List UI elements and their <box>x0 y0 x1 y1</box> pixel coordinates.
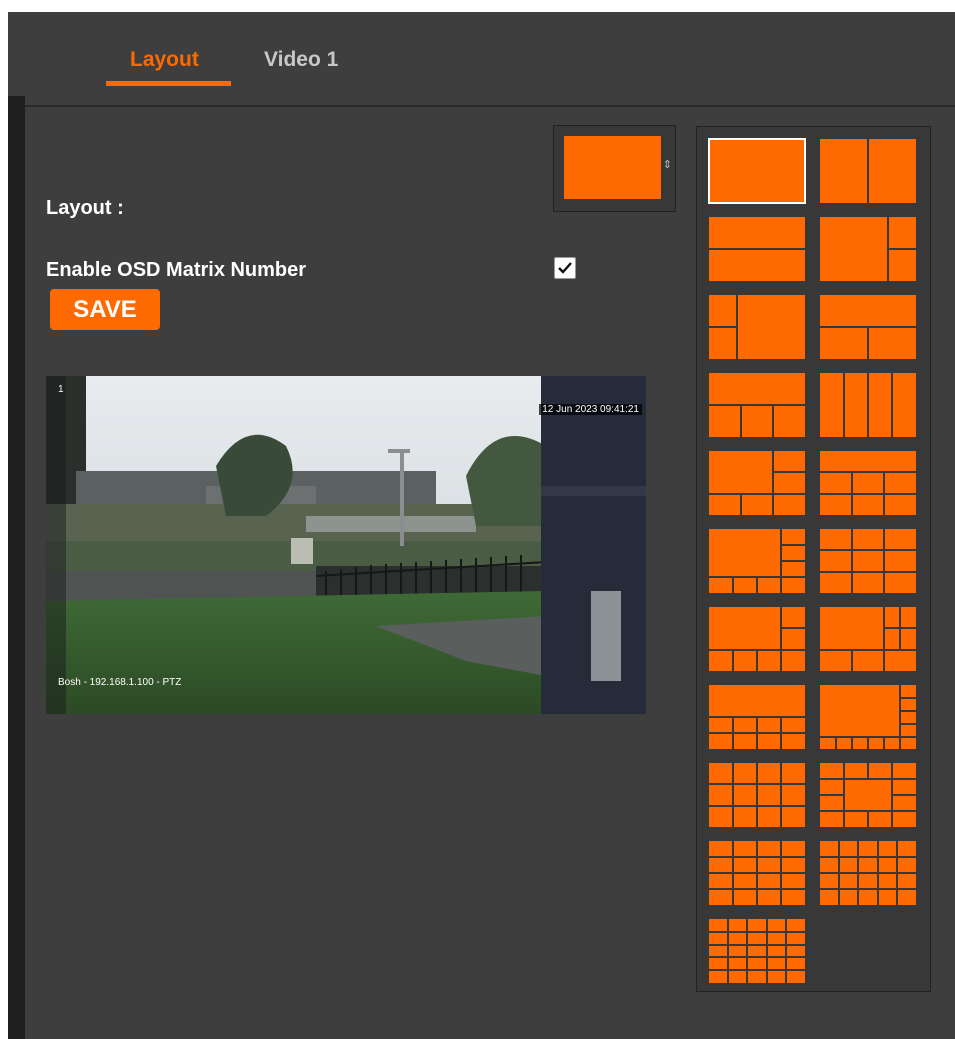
layout-option-4-columns[interactable] <box>819 372 917 438</box>
layout-label: Layout : <box>46 197 124 219</box>
layout-option-1-plus-2-split[interactable] <box>819 294 917 360</box>
layout-option-1-plus-7-alt[interactable] <box>708 606 806 672</box>
layout-option-1-plus-2-right[interactable] <box>819 216 917 282</box>
layout-option-1-plus-2-left[interactable] <box>708 294 806 360</box>
layout-option-1-plus-3[interactable] <box>708 372 806 438</box>
layout-option-1x2[interactable] <box>819 138 917 204</box>
spinner-arrows-icon[interactable]: ⇕ <box>663 160 672 171</box>
active-tab-indicator <box>106 81 231 86</box>
tab-bar: Layout Video 1 <box>8 12 955 107</box>
checkmark-icon <box>558 262 572 274</box>
save-button[interactable]: SAVE <box>50 289 160 330</box>
layout-option-4x4[interactable] <box>708 840 806 906</box>
left-sidebar-strip <box>8 96 25 1039</box>
layout-picker-grid <box>696 126 931 992</box>
layout-select[interactable]: ⇕ <box>553 125 676 212</box>
layout-option-2x1[interactable] <box>708 216 806 282</box>
layout-option-1x1[interactable] <box>708 138 806 204</box>
layout-option-1-plus-8[interactable] <box>819 606 917 672</box>
layout-option-1-plus-12-alt[interactable] <box>819 762 917 828</box>
layout-option-1-plus-7[interactable] <box>708 528 806 594</box>
app-window: Layout Video 1 Layout : Enable OSD Matri… <box>8 12 955 1039</box>
video-channel-number: 1 <box>58 384 64 395</box>
tab-layout[interactable]: Layout <box>130 48 199 72</box>
camera-scene-image <box>46 376 646 714</box>
layout-option-4x5[interactable] <box>819 840 917 906</box>
layout-option-1-plus-12[interactable] <box>819 684 917 750</box>
layout-option-5x5[interactable] <box>708 918 806 984</box>
layout-option-3x4[interactable] <box>708 762 806 828</box>
osd-matrix-checkbox[interactable] <box>554 257 576 279</box>
layout-option-1-plus-6[interactable] <box>819 450 917 516</box>
tab-video-1[interactable]: Video 1 <box>264 48 338 72</box>
layout-option-1-plus-9[interactable] <box>708 684 806 750</box>
video-preview: 1 12 Jun 2023 09:41:21 Bosh - 192.168.1.… <box>46 376 646 714</box>
video-timestamp: 12 Jun 2023 09:41:21 <box>539 404 642 415</box>
osd-matrix-label: Enable OSD Matrix Number <box>46 259 307 281</box>
layout-option-2x4[interactable] <box>819 528 917 594</box>
layout-preview <box>564 136 661 199</box>
layout-option-1-plus-5[interactable] <box>708 450 806 516</box>
video-camera-label: Bosh - 192.168.1.100 - PTZ <box>58 677 182 688</box>
